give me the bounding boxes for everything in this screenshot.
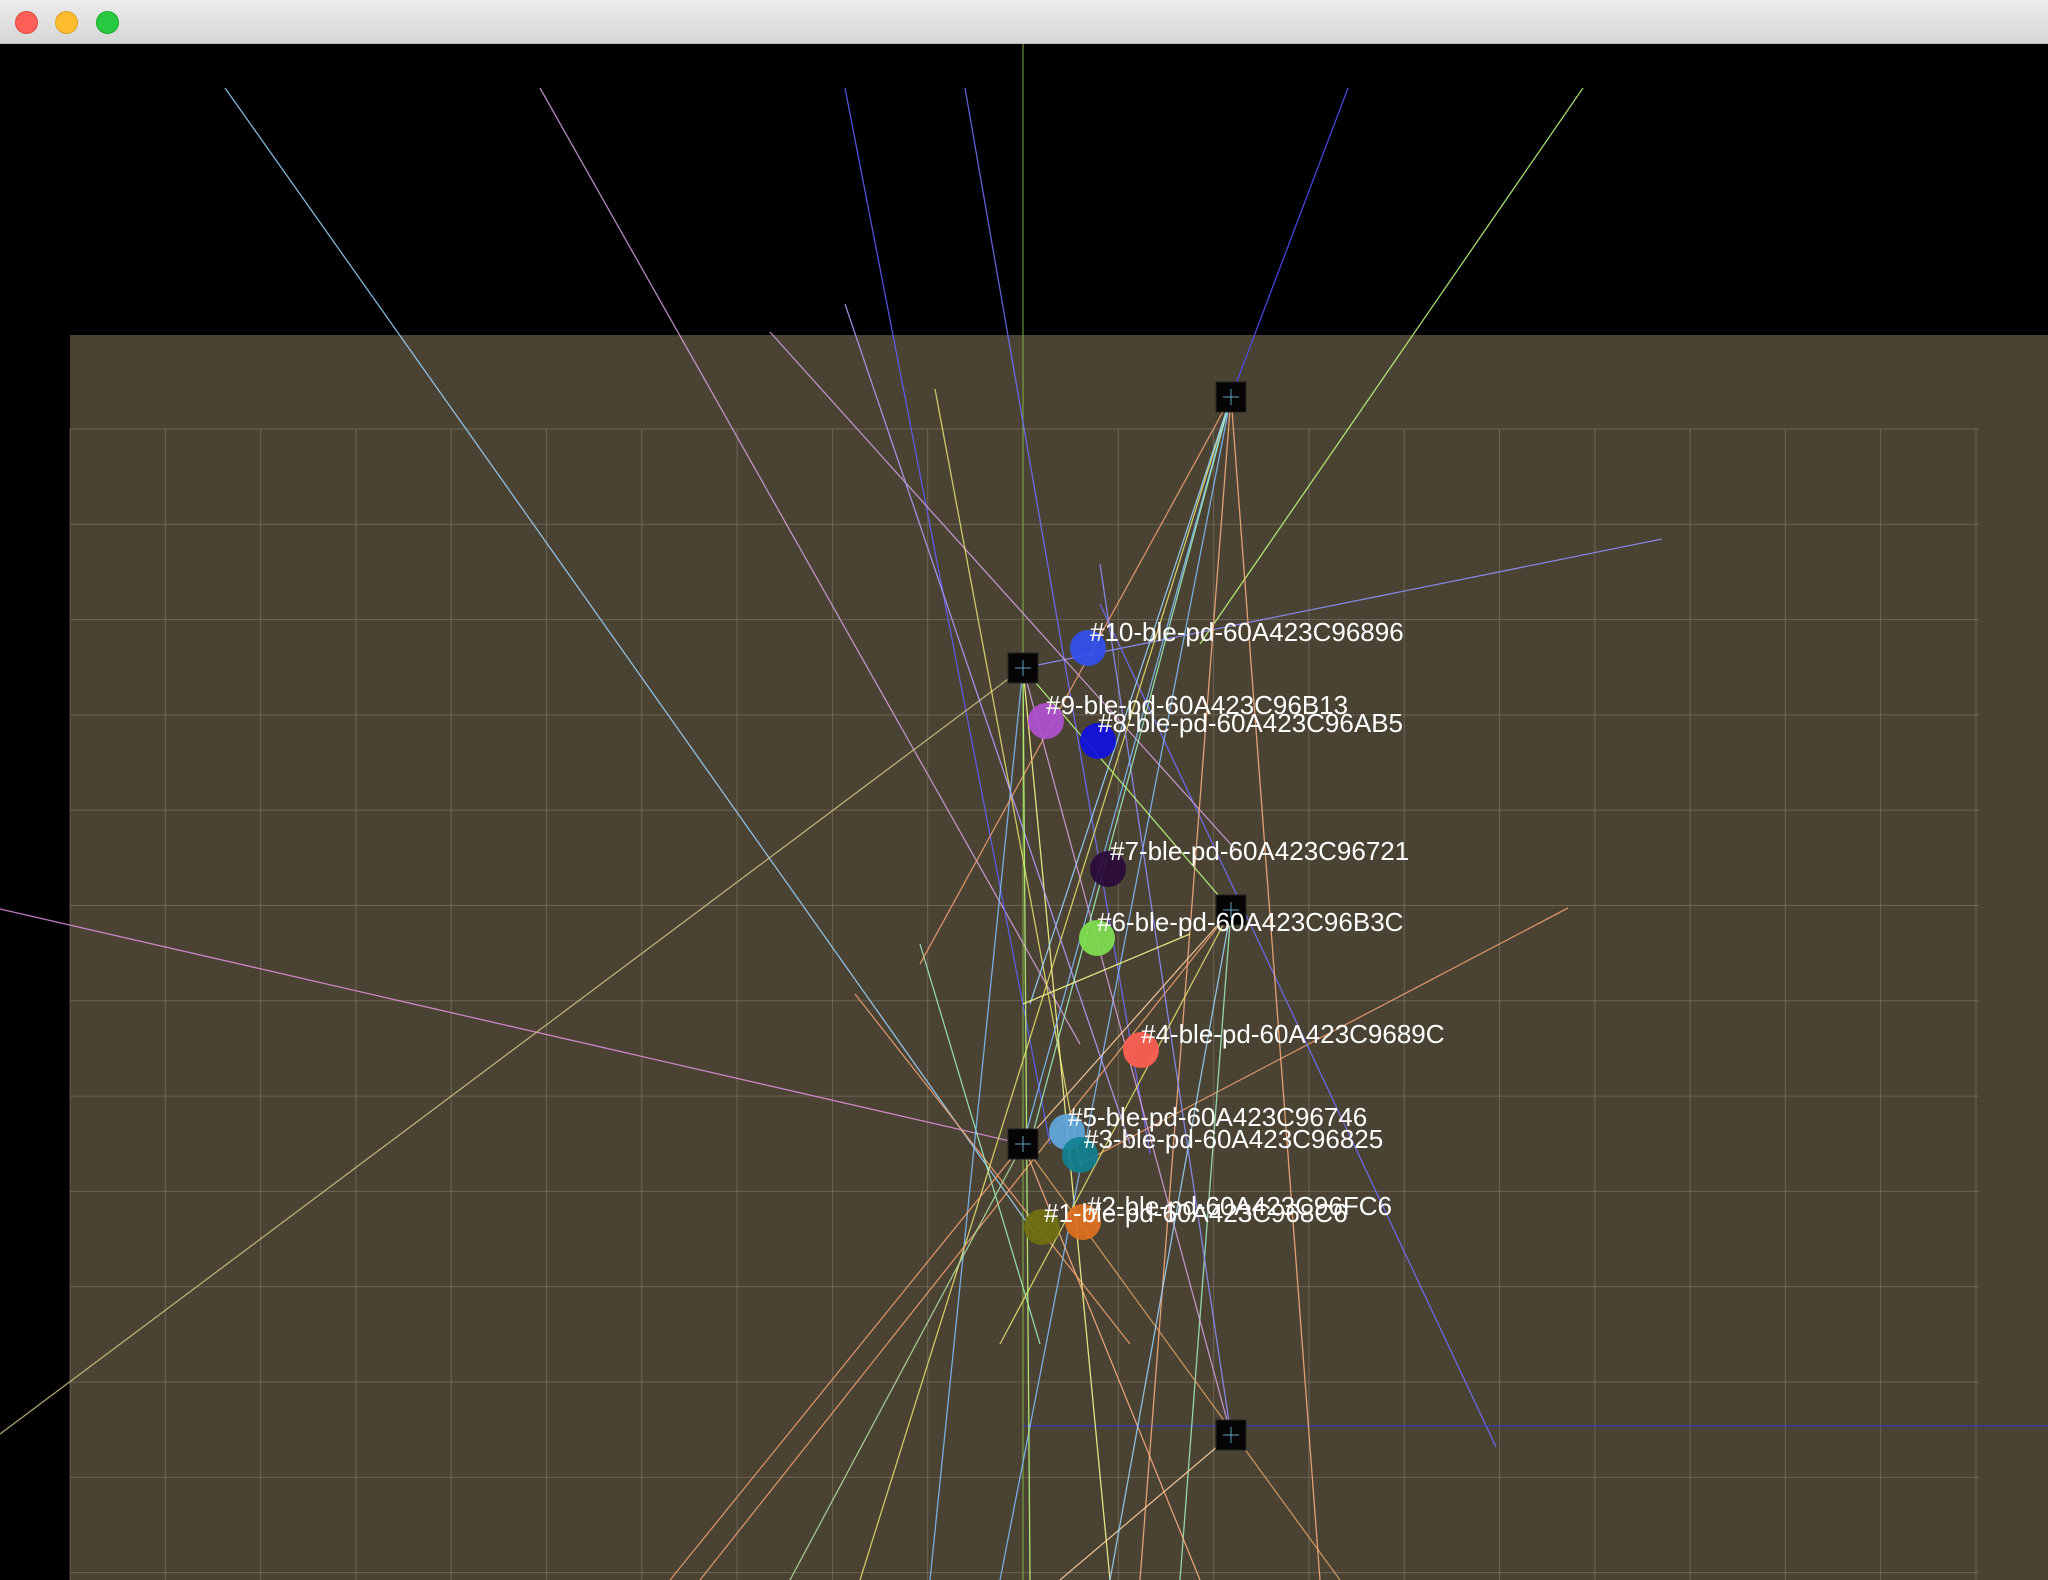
anchor-lower-left[interactable] (1007, 1128, 1039, 1160)
scene-viewport[interactable]: #10-ble-pd-60A423C96896 #9-ble-pd-60A423C… (0, 44, 2048, 1580)
minimize-button[interactable] (55, 11, 78, 34)
devices-layer: #10-ble-pd-60A423C96896#9-ble-pd-60A423C… (1024, 617, 1445, 1245)
anchor-upper-left[interactable] (1007, 652, 1039, 684)
maximize-button[interactable] (96, 11, 119, 34)
device-label: #4-ble-pd-60A423C9689C (1141, 1019, 1445, 1049)
app-window: #10-ble-pd-60A423C96896 #9-ble-pd-60A423C… (0, 0, 2048, 1580)
device-label: #6-ble-pd-60A423C96B3C (1097, 907, 1403, 937)
device-label: #8-ble-pd-60A423C96AB5 (1098, 708, 1403, 738)
scene-canvas[interactable]: #10-ble-pd-60A423C96896#9-ble-pd-60A423C… (0, 44, 2048, 1580)
device-label: #1-ble-pd-60A423C968C6 (1044, 1198, 1348, 1228)
title-bar (0, 0, 2048, 44)
floor-plane (70, 335, 2048, 1580)
device-label: #3-ble-pd-60A423C96825 (1084, 1124, 1383, 1154)
close-button[interactable] (15, 11, 38, 34)
anchor-top-right[interactable] (1215, 381, 1247, 413)
device-label: #7-ble-pd-60A423C96721 (1110, 836, 1409, 866)
device-label: #10-ble-pd-60A423C96896 (1090, 617, 1404, 647)
anchor-bottom-right[interactable] (1215, 1419, 1247, 1451)
